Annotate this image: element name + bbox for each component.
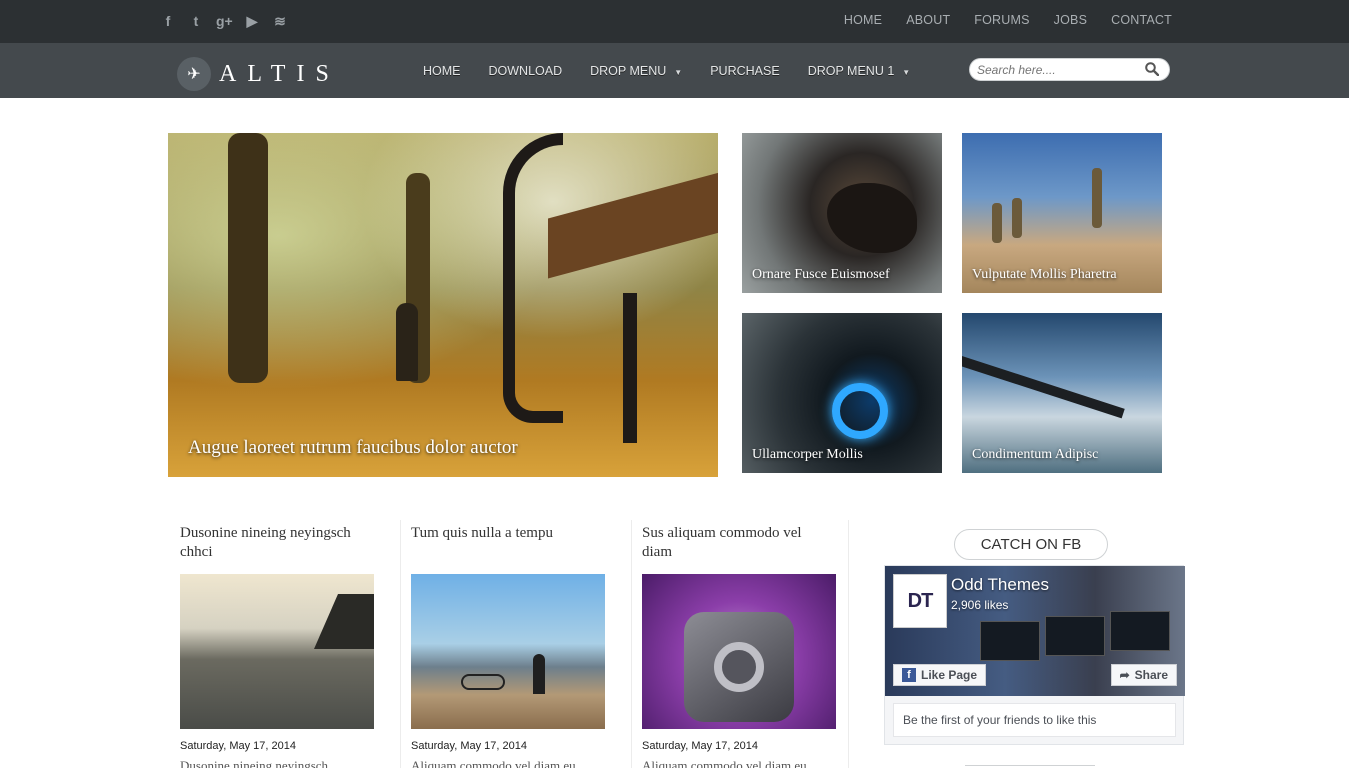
featured-caption[interactable]: Condimentum Adipisc xyxy=(972,447,1098,463)
featured-main[interactable]: Augue laoreet rutrum faucibus dolor auct… xyxy=(168,133,718,477)
image-detail xyxy=(962,353,1125,419)
nav-download[interactable]: DOWNLOAD xyxy=(489,64,563,78)
featured-small-3[interactable]: Ullamcorper Mollis xyxy=(742,313,942,473)
image-detail xyxy=(980,621,1040,661)
facebook-icon: f xyxy=(902,668,916,682)
airplane-icon: ✈ xyxy=(177,57,211,91)
featured-caption[interactable]: Ullamcorper Mollis xyxy=(752,447,863,463)
image-detail xyxy=(314,594,374,649)
divider xyxy=(848,520,849,768)
nav-label: HOME xyxy=(423,64,461,78)
featured-small-4[interactable]: Condimentum Adipisc xyxy=(962,313,1162,473)
twitter-icon[interactable]: t xyxy=(188,12,204,30)
image-detail xyxy=(548,167,718,279)
nav-label: DROP MENU xyxy=(590,64,667,78)
top-link-forums[interactable]: FORUMS xyxy=(974,13,1029,27)
top-link-home[interactable]: HOME xyxy=(844,13,882,27)
nav-purchase[interactable]: PURCHASE xyxy=(710,64,779,78)
image-detail xyxy=(228,133,268,383)
caret-down-icon: ▼ xyxy=(902,68,911,77)
image-detail xyxy=(533,654,545,694)
site-logo[interactable]: ✈ ALTIS xyxy=(177,57,340,91)
like-page-button[interactable]: f Like Page xyxy=(893,664,987,686)
main-navigation: HOME DOWNLOAD DROP MENU ▼ PURCHASE DROP M… xyxy=(423,64,910,78)
facebook-like-count: 2,906 likes xyxy=(951,598,1009,612)
main-header: ✈ ALTIS HOME DOWNLOAD DROP MENU ▼ PURCHAS… xyxy=(0,43,1349,98)
logo-text: ALTIS xyxy=(219,60,340,87)
nav-drop-menu-1[interactable]: DROP MENU 1 ▼ xyxy=(808,64,911,78)
post-date: Saturday, May 17, 2014 xyxy=(642,740,758,752)
facebook-icon[interactable]: f xyxy=(160,12,176,30)
featured-small-1[interactable]: Ornare Fusce Euismosef xyxy=(742,133,942,293)
facebook-cover[interactable]: DT Odd Themes 2,906 likes f Like Page ➦ … xyxy=(885,566,1185,696)
social-icons: f t g+ ▶ ≋ xyxy=(160,12,288,30)
post-card: Tum quis nulla a tempu Saturday, May 17,… xyxy=(399,520,613,768)
image-detail xyxy=(827,183,917,253)
post-date: Saturday, May 17, 2014 xyxy=(411,740,527,752)
post-thumbnail[interactable] xyxy=(180,574,374,729)
post-thumbnail[interactable] xyxy=(642,574,836,729)
nav-home[interactable]: HOME xyxy=(423,64,461,78)
search-input[interactable] xyxy=(970,59,1135,80)
post-excerpt: Aliquam commodo vel diam eu xyxy=(642,758,807,768)
like-page-label: Like Page xyxy=(921,668,978,682)
post-date: Saturday, May 17, 2014 xyxy=(180,740,296,752)
search-icon[interactable] xyxy=(1145,62,1159,76)
top-link-contact[interactable]: CONTACT xyxy=(1111,13,1172,27)
featured-caption[interactable]: Augue laoreet rutrum faucibus dolor auct… xyxy=(188,437,518,459)
top-navigation: HOME ABOUT FORUMS JOBS CONTACT xyxy=(844,13,1172,27)
top-link-jobs[interactable]: JOBS xyxy=(1054,13,1087,27)
image-detail xyxy=(503,133,563,423)
avatar-text: DT xyxy=(907,589,934,612)
image-detail xyxy=(623,293,637,443)
post-card: Dusonine nineing neyingsch chhci Saturda… xyxy=(168,520,382,768)
post-title[interactable]: Tum quis nulla a tempu xyxy=(411,524,601,562)
post-title[interactable]: Sus aliquam commodo vel diam xyxy=(642,524,832,562)
image-detail xyxy=(832,383,888,439)
post-card: Sus aliquam commodo vel diam Saturday, M… xyxy=(630,520,844,768)
top-link-about[interactable]: ABOUT xyxy=(906,13,950,27)
featured-caption[interactable]: Vulputate Mollis Pharetra xyxy=(972,267,1117,283)
featured-small-2[interactable]: Vulputate Mollis Pharetra xyxy=(962,133,1162,293)
image-detail xyxy=(992,203,1002,243)
image-detail xyxy=(1092,168,1102,228)
facebook-page-name[interactable]: Odd Themes xyxy=(951,575,1049,595)
post-title[interactable]: Dusonine nineing neyingsch chhci xyxy=(180,524,370,562)
nav-drop-menu[interactable]: DROP MENU ▼ xyxy=(590,64,682,78)
nav-label: DOWNLOAD xyxy=(488,64,563,78)
rss-icon[interactable]: ≋ xyxy=(272,12,288,30)
search-box xyxy=(969,58,1170,81)
share-button[interactable]: ➦ Share xyxy=(1110,664,1177,686)
widget-title: CATCH ON FB xyxy=(954,529,1108,560)
facebook-page-avatar[interactable]: DT xyxy=(893,574,947,628)
google-plus-icon[interactable]: g+ xyxy=(216,12,233,30)
image-detail xyxy=(1012,198,1022,238)
nav-label: DROP MENU 1 xyxy=(807,64,895,78)
image-detail xyxy=(396,303,418,381)
facebook-friends-text: Be the first of your friends to like thi… xyxy=(893,703,1176,737)
post-thumbnail[interactable] xyxy=(411,574,605,729)
caret-down-icon: ▼ xyxy=(674,68,683,77)
image-detail xyxy=(1045,616,1105,656)
top-bar: f t g+ ▶ ≋ HOME ABOUT FORUMS JOBS CONTAC… xyxy=(0,0,1349,43)
share-label: Share xyxy=(1134,668,1168,682)
facebook-page-widget: DT Odd Themes 2,906 likes f Like Page ➦ … xyxy=(884,565,1185,745)
youtube-icon[interactable]: ▶ xyxy=(244,12,260,30)
image-detail xyxy=(1110,611,1170,651)
post-excerpt: Dusonine nineing neyingsch xyxy=(180,758,329,768)
image-detail xyxy=(714,642,764,692)
post-excerpt: Aliquam commodo vel diam eu xyxy=(411,758,576,768)
share-icon: ➦ xyxy=(1119,668,1130,682)
nav-label: PURCHASE xyxy=(710,64,780,78)
image-detail xyxy=(461,674,505,690)
featured-caption[interactable]: Ornare Fusce Euismosef xyxy=(752,267,890,283)
